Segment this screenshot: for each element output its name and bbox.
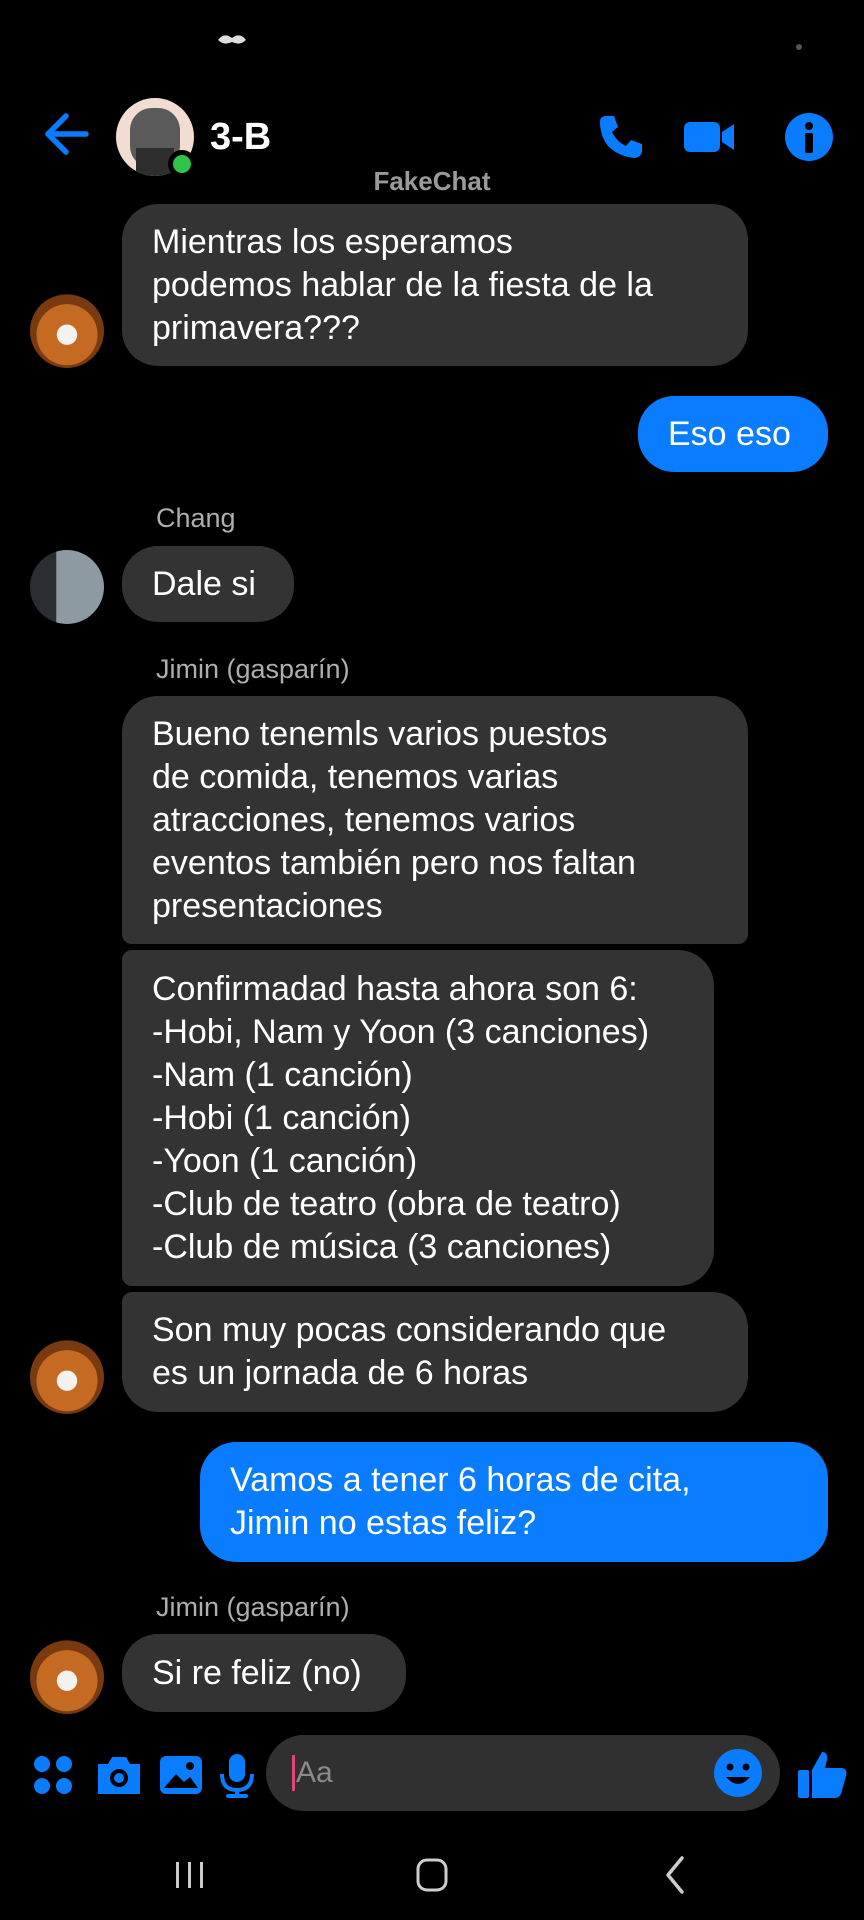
message-bubble-incoming[interactable]: Son muy pocas considerando que es un jor… — [122, 1292, 748, 1412]
handshake-icon — [218, 35, 246, 44]
message-input-container[interactable] — [266, 1735, 780, 1811]
sender-avatar[interactable] — [30, 294, 104, 368]
group-avatar[interactable] — [116, 98, 196, 178]
apps-icon[interactable] — [28, 1750, 78, 1800]
camera-icon[interactable] — [94, 1750, 144, 1800]
message-input[interactable] — [296, 1745, 686, 1801]
text-caret — [292, 1755, 295, 1791]
microphone-icon[interactable] — [212, 1750, 262, 1800]
message-bubble-outgoing[interactable]: Vamos a tener 6 horas de cita, Jimin no … — [200, 1442, 828, 1562]
sender-name: Jimin (gasparín) — [156, 1592, 350, 1622]
message-bubble-incoming[interactable]: Dale si — [122, 546, 294, 622]
message-bubble-incoming[interactable]: Si re feliz (no) — [122, 1634, 406, 1712]
message-bubble-outgoing[interactable]: Eso eso — [638, 396, 828, 472]
back-arrow-icon[interactable] — [40, 108, 92, 160]
sender-name: Jimin (gasparín) — [156, 654, 350, 684]
status-dot — [796, 44, 802, 50]
watermark: FakeChat — [373, 166, 491, 196]
message-bubble-incoming[interactable]: Confirmadad hasta ahora son 6: -Hobi, Na… — [122, 950, 714, 1286]
chat-title[interactable]: 3-B — [210, 116, 271, 159]
like-icon[interactable] — [794, 1746, 850, 1802]
back-nav-icon[interactable] — [646, 1850, 706, 1900]
message-bubble-incoming[interactable]: Bueno tenemls varios puestos de comida, … — [122, 696, 748, 944]
message-composer — [0, 1732, 864, 1816]
recent-apps-icon[interactable] — [160, 1850, 220, 1900]
home-icon[interactable] — [402, 1850, 462, 1900]
status-bar — [0, 0, 864, 80]
sender-avatar[interactable] — [30, 1340, 104, 1414]
emoji-icon[interactable] — [712, 1747, 764, 1799]
sender-name: Chang — [156, 503, 236, 533]
info-icon[interactable] — [782, 110, 836, 164]
sender-avatar[interactable] — [30, 1640, 104, 1714]
gallery-icon[interactable] — [156, 1750, 206, 1800]
sender-avatar[interactable] — [30, 550, 104, 624]
phone-icon[interactable] — [594, 110, 648, 164]
video-call-icon[interactable] — [682, 110, 736, 164]
system-navigation-bar — [0, 1830, 864, 1920]
message-bubble-incoming[interactable]: Mientras los esperamos podemos hablar de… — [122, 204, 748, 366]
